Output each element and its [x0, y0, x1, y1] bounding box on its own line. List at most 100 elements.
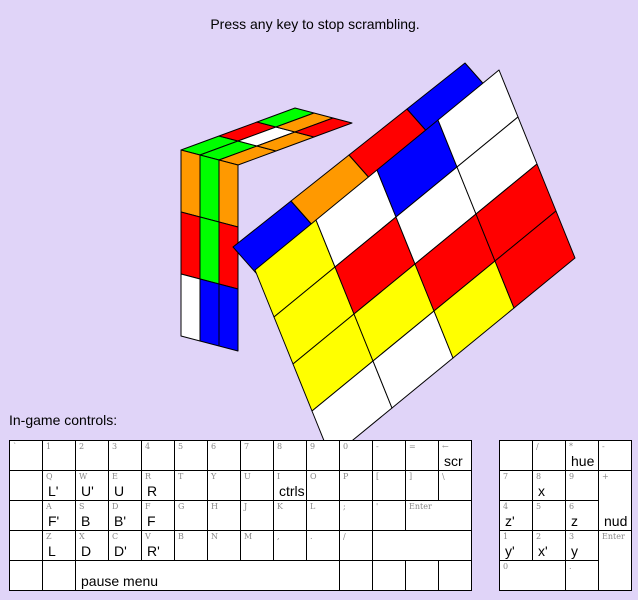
numpad-key[interactable]: 1 y': [499, 530, 533, 561]
key[interactable]: SB: [75, 500, 109, 531]
key-cap-label: V: [145, 532, 151, 541]
key[interactable]: `: [9, 440, 43, 471]
key[interactable]: L: [306, 500, 340, 531]
key[interactable]: 1: [42, 440, 76, 471]
key-cap-label: 1: [46, 442, 52, 451]
key[interactable]: G: [174, 500, 208, 531]
key-cap-label: E: [112, 472, 118, 481]
numpad-key[interactable]: -: [598, 440, 632, 471]
key[interactable]: [42, 560, 76, 591]
key[interactable]: ;: [339, 500, 373, 531]
numpad-key[interactable]: + nud: [598, 470, 632, 531]
key[interactable]: 9: [306, 440, 340, 471]
key[interactable]: Y: [207, 470, 241, 501]
key-action-label: z': [505, 513, 515, 529]
key[interactable]: [9, 470, 43, 501]
key[interactable]: [405, 560, 439, 591]
numpad-key[interactable]: 6z: [565, 500, 599, 531]
key-action-label: pause menu: [81, 573, 159, 589]
numpad-key[interactable]: Enter: [598, 530, 632, 591]
key-cap-label: /: [536, 442, 539, 451]
key-cap-label: 0: [343, 442, 349, 451]
numpad-key[interactable]: 4 z': [499, 500, 533, 531]
numpad-key[interactable]: .: [565, 560, 599, 591]
key[interactable]: Enter: [405, 500, 472, 531]
key[interactable]: Ictrls: [273, 470, 307, 501]
key[interactable]: W U': [75, 470, 109, 501]
key[interactable]: RR: [141, 470, 175, 501]
key[interactable]: .: [306, 530, 340, 561]
key-cap-label: N: [211, 532, 218, 541]
key[interactable]: ZL: [42, 530, 76, 561]
numpad-key[interactable]: 8x: [532, 470, 566, 501]
key[interactable]: C D': [108, 530, 142, 561]
key-cap-label: ←: [442, 442, 449, 451]
key[interactable]: ← scr: [438, 440, 472, 471]
key[interactable]: FF: [141, 500, 175, 531]
key[interactable]: [372, 530, 472, 561]
key[interactable]: ': [372, 500, 406, 531]
key[interactable]: M: [240, 530, 274, 561]
key-cap-label: F: [145, 502, 151, 511]
key[interactable]: O: [306, 470, 340, 501]
cube-sticker: [218, 221, 239, 290]
key[interactable]: ,: [273, 530, 307, 561]
key[interactable]: ]: [405, 470, 439, 501]
key[interactable]: [9, 560, 43, 591]
key[interactable]: [9, 530, 43, 561]
key-action-label: F: [147, 513, 156, 529]
key[interactable]: P: [339, 470, 373, 501]
key-cap-label: ,: [277, 532, 280, 541]
key-cap-label: P: [343, 472, 349, 481]
rubiks-cube[interactable]: [0, 0, 638, 440]
key-cap-label: J: [244, 502, 248, 511]
key[interactable]: \: [438, 470, 472, 501]
key[interactable]: [438, 560, 472, 591]
key[interactable]: 3: [108, 440, 142, 471]
key[interactable]: 5: [174, 440, 208, 471]
key[interactable]: EU: [108, 470, 142, 501]
key[interactable]: XD: [75, 530, 109, 561]
key-cap-label: O: [310, 472, 317, 481]
key[interactable]: /: [339, 530, 373, 561]
key-cap-label: \: [442, 472, 445, 481]
key[interactable]: A F': [42, 500, 76, 531]
key[interactable]: U: [240, 470, 274, 501]
key[interactable]: H: [207, 500, 241, 531]
key-cap-label: S: [79, 502, 85, 511]
key[interactable]: -: [372, 440, 406, 471]
key[interactable]: pause menu: [75, 560, 340, 591]
key[interactable]: V R': [141, 530, 175, 561]
key[interactable]: B: [174, 530, 208, 561]
numpad-key[interactable]: /: [532, 440, 566, 471]
key[interactable]: J: [240, 500, 274, 531]
key[interactable]: 4: [141, 440, 175, 471]
key[interactable]: Q L': [42, 470, 76, 501]
numpad-key[interactable]: 2 x': [532, 530, 566, 561]
key[interactable]: N: [207, 530, 241, 561]
key[interactable]: 7: [240, 440, 274, 471]
numpad-key[interactable]: 9: [565, 470, 599, 501]
numpad-key[interactable]: * hue: [565, 440, 599, 471]
key[interactable]: K: [273, 500, 307, 531]
key[interactable]: T: [174, 470, 208, 501]
key[interactable]: =: [405, 440, 439, 471]
key[interactable]: D B': [108, 500, 142, 531]
numpad-key[interactable]: 7: [499, 470, 533, 501]
numpad-key[interactable]: [499, 440, 533, 471]
key[interactable]: 0: [339, 440, 373, 471]
numpad-key[interactable]: 0: [499, 560, 566, 591]
key-cap-label: 6: [569, 502, 575, 511]
key[interactable]: [: [372, 470, 406, 501]
key[interactable]: 2: [75, 440, 109, 471]
key-action-label: L: [48, 543, 56, 559]
key[interactable]: [372, 560, 406, 591]
key-cap-label: [: [376, 472, 380, 481]
numpad-key[interactable]: 3y: [565, 530, 599, 561]
key-cap-label: -: [376, 442, 379, 451]
key[interactable]: [9, 500, 43, 531]
key[interactable]: 8: [273, 440, 307, 471]
key[interactable]: 6: [207, 440, 241, 471]
numpad-key[interactable]: 5: [532, 500, 566, 531]
key[interactable]: [339, 560, 373, 591]
